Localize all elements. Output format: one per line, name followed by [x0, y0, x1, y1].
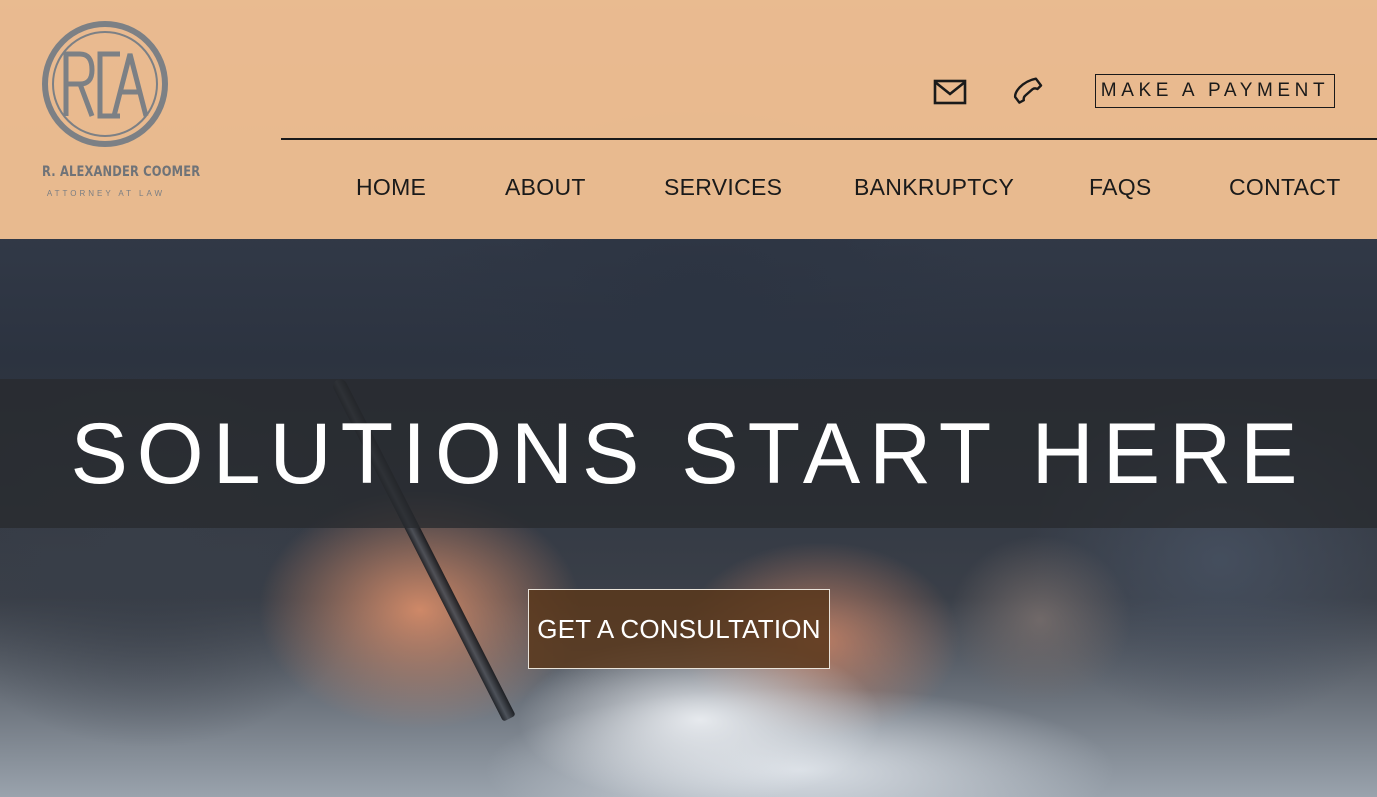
email-icon [933, 79, 967, 105]
phone-icon [1013, 77, 1043, 104]
page: R. ALEXANDER COOMER ATTORNEY AT LAW MAKE… [0, 0, 1377, 797]
email-button[interactable] [930, 72, 970, 112]
nav-item-about[interactable]: ABOUT [505, 174, 586, 201]
phone-button[interactable] [1010, 72, 1050, 112]
header-divider [281, 138, 1377, 140]
nav-item-faqs[interactable]: FAQS [1089, 174, 1152, 201]
site-header: R. ALEXANDER COOMER ATTORNEY AT LAW MAKE… [0, 0, 1377, 239]
main-nav: HOME ABOUT SERVICES BANKRUPTCY FAQS CONT… [0, 174, 1377, 206]
nav-item-services[interactable]: SERVICES [664, 174, 782, 201]
rca-monogram-logo [42, 21, 168, 147]
nav-item-home[interactable]: HOME [356, 174, 426, 201]
nav-item-bankruptcy[interactable]: BANKRUPTCY [854, 174, 1014, 201]
make-payment-button[interactable]: MAKE A PAYMENT [1095, 74, 1335, 108]
get-consultation-button[interactable]: GET A CONSULTATION [528, 589, 830, 669]
nav-item-contact[interactable]: CONTACT [1229, 174, 1341, 201]
hero-headline: SOLUTIONS START HERE [70, 406, 1307, 502]
